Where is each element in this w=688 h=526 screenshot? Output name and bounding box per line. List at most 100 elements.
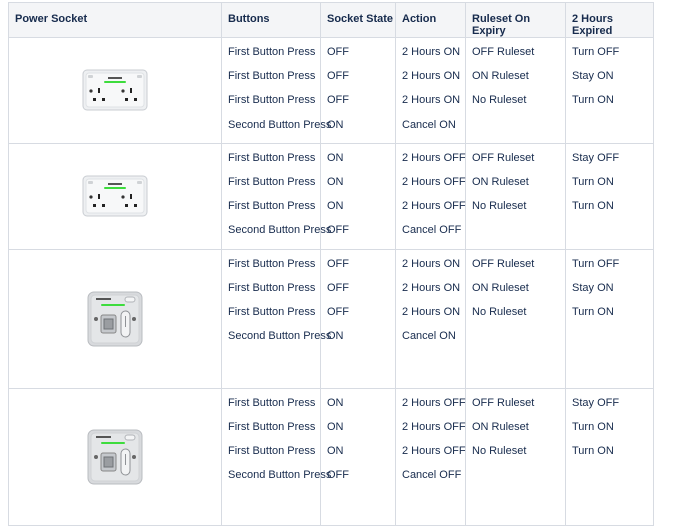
fused-spur-icon: [9, 429, 221, 485]
socket-state-cell: ON ON ON OFF: [320, 387, 396, 526]
button-text: First Button Press: [228, 444, 316, 457]
state-text: OFF: [327, 46, 349, 58]
state-text: ON: [327, 420, 344, 433]
button-text: First Button Press: [228, 70, 316, 83]
socket-state-cell: OFF OFF OFF ON: [320, 248, 396, 389]
header-buttons: Buttons: [221, 2, 321, 38]
action-cell: 2 Hours OFF 2 Hours OFF 2 Hours OFF Cancel …: [395, 142, 466, 250]
button-text: Second Button Press: [228, 469, 332, 482]
button-text: First Button Press: [228, 257, 316, 270]
ruleset-text: ON Ruleset: [472, 281, 529, 294]
action-text: Cancel ON: [402, 118, 456, 131]
table-row: First Button Press First Button Press Firs…: [8, 142, 654, 250]
double-socket-icon: [9, 69, 221, 111]
expired-text: Turn ON: [572, 420, 614, 433]
expired-text: Stay OFF: [572, 151, 620, 164]
expired-text: Stay ON: [572, 281, 614, 294]
button-text: First Button Press: [228, 175, 316, 188]
ruleset-cell: OFF Ruleset ON Ruleset No Ruleset: [465, 248, 566, 389]
expired-text: Turn ON: [572, 305, 614, 318]
header-expired: 2 Hours Expired: [565, 2, 654, 38]
button-text: Second Button Press: [228, 224, 332, 237]
action-text: Cancel ON: [402, 330, 456, 343]
table-row: First Button Press First Button Press Firs…: [8, 387, 654, 526]
header-power-socket: Power Socket: [8, 2, 222, 38]
buttons-cell: First Button Press First Button Press Firs…: [221, 142, 332, 250]
schedule-table: Power Socket Buttons Socket State Action…: [8, 2, 654, 526]
button-text: First Button Press: [228, 396, 316, 409]
ruleset-text: ON Ruleset: [472, 70, 529, 83]
power-socket-cell: [8, 248, 222, 389]
buttons-cell: First Button Press First Button Press Firs…: [221, 387, 332, 526]
action-text: 2 Hours ON: [402, 305, 461, 318]
action-text: 2 Hours OFF: [402, 396, 466, 409]
ruleset-text: No Ruleset: [472, 305, 527, 318]
state-text: OFF: [327, 257, 349, 270]
ruleset-text: No Ruleset: [472, 200, 527, 213]
state-text: ON: [327, 151, 344, 164]
expired-cell: Turn OFF Stay ON Turn ON: [565, 248, 654, 389]
ruleset-text: OFF Ruleset: [472, 151, 535, 164]
action-text: 2 Hours ON: [402, 94, 461, 107]
action-text: Cancel OFF: [402, 224, 462, 237]
action-text: 2 Hours OFF: [402, 444, 466, 457]
socket-state-cell: ON ON ON OFF: [320, 142, 396, 250]
fused-spur-icon: [9, 291, 221, 347]
button-text: First Button Press: [228, 420, 316, 433]
action-text: 2 Hours OFF: [402, 151, 466, 164]
power-socket-cell: [8, 387, 222, 526]
button-text: First Button Press: [228, 200, 316, 213]
button-text: First Button Press: [228, 151, 316, 164]
button-text: First Button Press: [228, 94, 316, 107]
expired-text: Stay ON: [572, 70, 614, 83]
action-cell: 2 Hours ON 2 Hours ON 2 Hours ON Cancel ON: [395, 37, 466, 144]
button-text: First Button Press: [228, 281, 316, 294]
expired-cell: Stay OFF Turn ON Turn ON: [565, 142, 654, 250]
state-text: OFF: [327, 224, 349, 237]
state-text: ON: [327, 200, 344, 213]
action-text: 2 Hours ON: [402, 281, 461, 294]
state-text: OFF: [327, 469, 349, 482]
expired-text: Turn OFF: [572, 46, 620, 58]
state-text: OFF: [327, 70, 349, 83]
buttons-cell: First Button Press First Button Press Firs…: [221, 37, 332, 144]
ruleset-text: ON Ruleset: [472, 175, 529, 188]
state-text: ON: [327, 396, 344, 409]
socket-state-cell: OFF OFF OFF ON: [320, 37, 396, 144]
button-text: Second Button Press: [228, 118, 332, 131]
state-text: OFF: [327, 305, 349, 318]
ruleset-text: OFF Ruleset: [472, 46, 535, 58]
ruleset-cell: OFF Ruleset ON Ruleset No Ruleset: [465, 37, 566, 144]
action-text: 2 Hours OFF: [402, 175, 466, 188]
header-ruleset: Ruleset On Expiry: [465, 2, 566, 38]
action-text: 2 Hours OFF: [402, 200, 466, 213]
header-row: Power Socket Buttons Socket State Action…: [8, 2, 654, 38]
table-row: First Button Press First Button Press Firs…: [8, 37, 654, 144]
ruleset-text: No Ruleset: [472, 444, 527, 457]
expired-text: Turn ON: [572, 200, 614, 213]
expired-text: Turn ON: [572, 175, 614, 188]
power-socket-cell: [8, 37, 222, 144]
expired-text: Turn ON: [572, 444, 614, 457]
expired-text: Turn OFF: [572, 257, 620, 270]
action-cell: 2 Hours OFF 2 Hours OFF 2 Hours OFF Cancel …: [395, 387, 466, 526]
button-text: First Button Press: [228, 46, 316, 58]
action-text: 2 Hours ON: [402, 70, 461, 83]
button-text: Second Button Press: [228, 330, 332, 343]
header-socket-state: Socket State: [320, 2, 396, 38]
state-text: ON: [327, 444, 344, 457]
expired-cell: Stay OFF Turn ON Turn ON: [565, 387, 654, 526]
button-text: First Button Press: [228, 305, 316, 318]
action-cell: 2 Hours ON 2 Hours ON 2 Hours ON Cancel ON: [395, 248, 466, 389]
ruleset-cell: OFF Ruleset ON Ruleset No Ruleset: [465, 142, 566, 250]
expired-text: Turn ON: [572, 94, 614, 107]
state-text: ON: [327, 118, 344, 131]
power-socket-cell: [8, 142, 222, 250]
action-text: 2 Hours ON: [402, 257, 461, 270]
ruleset-text: OFF Ruleset: [472, 396, 535, 409]
state-text: OFF: [327, 281, 349, 294]
expired-cell: Turn OFF Stay ON Turn ON: [565, 37, 654, 144]
table-row: First Button Press First Button Press Firs…: [8, 248, 654, 389]
ruleset-text: No Ruleset: [472, 94, 527, 107]
ruleset-text: ON Ruleset: [472, 420, 529, 433]
